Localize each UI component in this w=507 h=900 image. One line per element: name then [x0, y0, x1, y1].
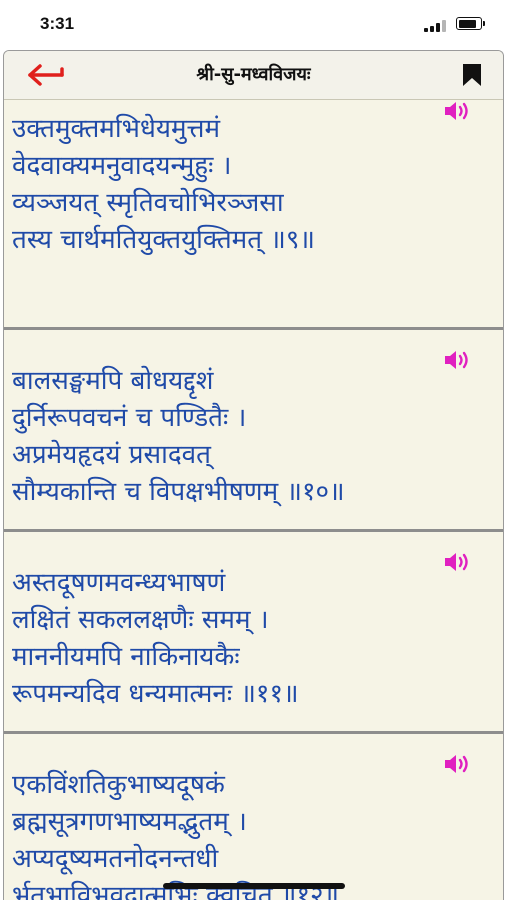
speaker-icon — [445, 102, 468, 120]
verse-card: अस्तदूषणमवन्ध्यभाषणं लक्षितं सकललक्षणैः … — [4, 532, 503, 731]
verse-line: तस्य चार्थमतियुक्तयुक्तिमत् ॥९॥ — [12, 225, 315, 255]
speaker-icon — [445, 351, 468, 369]
play-audio-button[interactable] — [443, 349, 473, 371]
verse-line: बालसङ्घमपि बोधयद्दृशं — [12, 366, 214, 396]
battery-icon — [456, 17, 485, 30]
verse-list[interactable]: उक्तमुक्तमभिधेयमुत्तमं वेदवाक्यमनुवादयन्… — [4, 100, 503, 900]
verse-line: अप्रमेयहृदयं प्रसादवत् — [12, 440, 211, 470]
verse-line: दुर्निरूपवचनं च पण्डितैः । — [12, 403, 247, 433]
verse-card: उक्तमुक्तमभिधेयमुत्तमं वेदवाक्यमनुवादयन्… — [4, 100, 503, 327]
back-button[interactable] — [24, 61, 68, 89]
verse-text: अस्तदूषणमवन्ध्यभाषणं लक्षितं सकललक्षणैः … — [12, 565, 443, 713]
verse-line: वेदवाक्यमनुवादयन्मुहुः । — [12, 151, 232, 181]
speaker-icon — [445, 755, 468, 773]
verse-line: रूपमन्यदिव धन्यमात्मनः ॥११॥ — [12, 679, 299, 709]
verse-card: एकविंशतिकुभाष्यदूषकं ब्रह्मसूत्रगणभाष्यम… — [4, 734, 503, 900]
page-title: श्री-सु-मध्वविजयः — [196, 64, 311, 85]
navigation-bar: श्री-सु-मध्वविजयः — [4, 51, 503, 100]
verse-text: एकविंशतिकुभाष्यदूषकं ब्रह्मसूत्रगणभाष्यम… — [12, 767, 443, 900]
verse-line: सौम्यकान्ति च विपक्षभीषणम् ॥१०॥ — [12, 477, 345, 507]
play-audio-button[interactable] — [443, 551, 473, 573]
verse-card: बालसङ्घमपि बोधयद्दृशं दुर्निरूपवचनं च पण… — [4, 330, 503, 529]
verse-text: बालसङ्घमपि बोधयद्दृशं दुर्निरूपवचनं च पण… — [12, 363, 443, 511]
verse-line: व्यञ्जयत् स्मृतिवचोभिरञ्जसा — [12, 188, 284, 218]
home-indicator[interactable] — [163, 883, 345, 889]
status-time: 3:31 — [40, 14, 75, 33]
bookmark-icon — [463, 64, 481, 86]
verse-line: लक्षितं सकललक्षणैः समम् । — [12, 605, 269, 635]
back-arrow-icon — [28, 64, 64, 86]
bookmark-button[interactable] — [461, 63, 483, 87]
verse-line: र्भूतभाविभवदात्मभिः क्वचित् ॥१२॥ — [12, 881, 340, 900]
verse-line: उक्तमुक्तमभिधेयमुत्तमं — [12, 114, 221, 144]
verse-text: उक्तमुक्तमभिधेयमुत्तमं वेदवाक्यमनुवादयन्… — [12, 111, 443, 259]
cellular-signal-icon — [424, 20, 446, 32]
verse-line: ब्रह्मसूत्रगणभाष्यमद्भुतम् । — [12, 807, 247, 837]
verse-line: अस्तदूषणमवन्ध्यभाषणं — [12, 568, 226, 598]
status-bar: 3:31 — [0, 0, 507, 50]
play-audio-button[interactable] — [443, 100, 473, 122]
play-audio-button[interactable] — [443, 753, 473, 775]
speaker-icon — [445, 553, 468, 571]
verse-line: अप्यदूष्यमतनोदनन्तधी — [12, 844, 219, 874]
verse-line: एकविंशतिकुभाष्यदूषकं — [12, 770, 225, 800]
verse-line: माननीयमपि नाकिनायकैः — [12, 642, 240, 672]
app-window: श्री-सु-मध्वविजयः उक्तमुक्तमभिधेयमुत्तमं… — [3, 50, 504, 900]
